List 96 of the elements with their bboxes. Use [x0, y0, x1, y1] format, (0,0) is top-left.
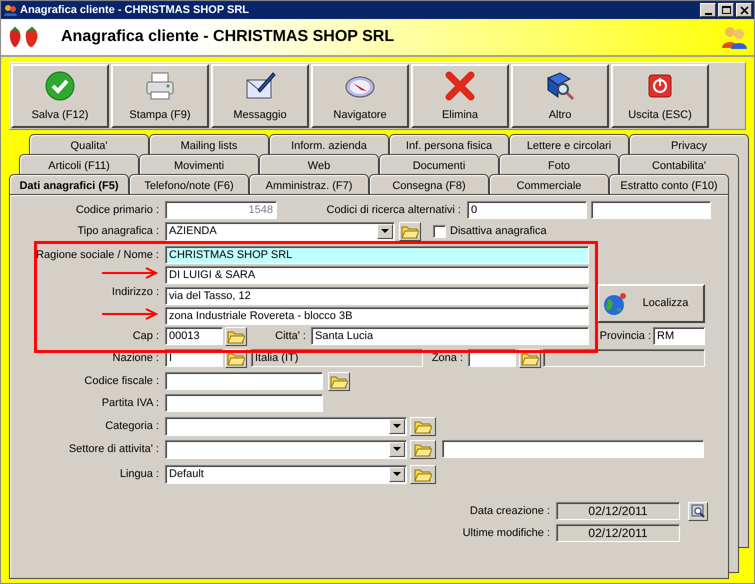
folder-button[interactable] — [328, 372, 350, 390]
field-label: Codice primario : — [74, 202, 159, 218]
toolbar-button[interactable]: Uscita (ESC) — [611, 64, 709, 128]
tab[interactable]: Web — [259, 154, 379, 174]
input-field[interactable]: DI LUIGI & SARA — [165, 266, 589, 284]
dropdown[interactable]: AZIENDA — [165, 222, 395, 240]
dropdown[interactable]: Default — [165, 464, 407, 484]
caret-icon — [393, 424, 401, 428]
toolbar-button[interactable]: Stampa (F9) — [111, 64, 209, 128]
close-button[interactable] — [736, 3, 752, 17]
caret-icon — [393, 472, 401, 476]
page-title: Anagrafica cliente - CHRISTMAS SHOP SRL — [61, 27, 396, 47]
magnifier-icon — [691, 504, 705, 518]
field-label: Provincia : — [598, 328, 651, 344]
arrow-icon — [102, 267, 158, 279]
dropdown[interactable] — [165, 416, 407, 436]
folder-button[interactable] — [399, 222, 421, 240]
input-field[interactable]: 00013 — [165, 327, 223, 345]
field-label: Data creazione : — [468, 504, 550, 519]
folder-button[interactable] — [410, 464, 436, 484]
field-label: Zona : — [430, 350, 463, 366]
tab[interactable]: Lettere e circolari — [509, 134, 629, 154]
localizza-button[interactable]: Localizza — [597, 284, 705, 323]
tab[interactable]: Inform. azienda — [269, 134, 389, 154]
input-field[interactable]: 1548 — [165, 201, 277, 219]
field-label: Lingua : — [118, 466, 159, 482]
tab[interactable]: Foto — [499, 154, 619, 174]
tab[interactable]: Documenti — [379, 154, 499, 174]
readonly-field: 02/12/2011 — [556, 524, 680, 542]
envelope-icon — [244, 70, 276, 102]
field-label: Ultime modifiche : — [462, 526, 550, 541]
field-label: Nazione : — [112, 350, 159, 366]
input-field[interactable]: zona Industriale Rovereta - blocco 3B — [165, 307, 589, 325]
tab[interactable]: Telefono/note (F6) — [129, 174, 249, 194]
printer-icon — [144, 70, 176, 102]
toolbar-button[interactable]: Salva (F12) — [11, 64, 109, 128]
input-field[interactable]: CHRISTMAS SHOP SRL — [165, 246, 589, 264]
field-label: Disattiva anagrafica — [450, 224, 548, 239]
dropdown-button[interactable] — [377, 224, 393, 238]
folder-button[interactable] — [225, 326, 247, 346]
field-label: Partita IVA : — [100, 396, 159, 411]
tab[interactable]: Qualita' — [29, 134, 149, 154]
dropdown-button[interactable] — [389, 442, 405, 456]
tab[interactable]: Commerciale — [489, 174, 609, 194]
caret-icon — [393, 446, 401, 452]
toolbar-button[interactable]: Messaggio — [211, 64, 309, 128]
tab[interactable]: Privacy — [629, 134, 749, 154]
input-field[interactable]: via del Tasso, 12 — [165, 287, 589, 305]
tab[interactable]: Estratto conto (F10) — [609, 174, 729, 194]
field-label: Codici di ricerca alternativi : — [326, 202, 461, 218]
toolbar-button[interactable]: Navigatore — [311, 64, 409, 128]
dropdown-button[interactable] — [389, 466, 405, 482]
toolbar-button[interactable]: Altro — [511, 64, 609, 128]
window-title: Anagrafica cliente - CHRISTMAS SHOP SRL — [20, 2, 250, 18]
input-field[interactable] — [165, 394, 323, 412]
maximize-icon — [722, 6, 730, 14]
input-field[interactable] — [165, 372, 323, 390]
toolbar-button[interactable]: Elimina — [411, 64, 509, 128]
field-label: Citta' : — [274, 328, 306, 344]
tab[interactable]: Movimenti — [139, 154, 259, 174]
tab[interactable]: Amministraz. (F7) — [249, 174, 369, 194]
input-field[interactable]: 0 — [467, 201, 587, 219]
minimize-icon — [704, 12, 712, 14]
checkbox[interactable] — [433, 224, 446, 238]
input-field[interactable] — [442, 440, 704, 458]
app-icon — [3, 3, 17, 17]
field-label: Settore di attivita' : — [68, 442, 159, 457]
tab[interactable]: Mailing lists — [149, 134, 269, 154]
dropdown-button[interactable] — [389, 418, 405, 434]
field-label: Ragione sociale / Nome : — [35, 248, 159, 263]
input-field[interactable]: Santa Lucia — [311, 327, 589, 345]
minimize-button[interactable] — [700, 3, 716, 17]
field-label: Cap : — [132, 328, 159, 344]
caret-icon — [381, 228, 389, 234]
arrow-icon — [102, 308, 158, 320]
field-label: Categoria : — [104, 418, 159, 434]
readonly-field: 02/12/2011 — [556, 502, 680, 520]
maximize-button[interactable] — [718, 3, 734, 17]
users-icon — [720, 24, 748, 50]
field-label: Tipo anagrafica : — [76, 224, 159, 239]
tab[interactable]: Consegna (F8) — [369, 174, 489, 194]
input-field[interactable]: RM — [653, 327, 705, 345]
globe-icon — [602, 290, 628, 316]
tab[interactable]: Contabilita' — [619, 154, 739, 174]
close-icon — [740, 6, 748, 14]
field-label: Codice fiscale : — [83, 374, 159, 389]
tab[interactable]: Inf. persona fisica — [389, 134, 509, 154]
tab[interactable]: Dati anagrafici (F5) — [9, 174, 129, 196]
input-field[interactable] — [591, 201, 711, 219]
folder-button[interactable] — [410, 416, 436, 436]
dropdown[interactable] — [165, 440, 407, 458]
field-label: Indirizzo : — [110, 285, 159, 300]
tab[interactable]: Articoli (F11) — [19, 154, 139, 174]
check-icon — [44, 70, 76, 102]
cross-icon — [444, 70, 476, 102]
folder-button[interactable] — [410, 440, 436, 458]
